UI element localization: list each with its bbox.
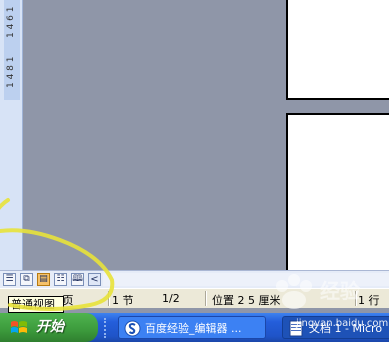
start-button[interactable]: 开始 — [0, 313, 98, 342]
document-page[interactable] — [286, 113, 389, 270]
taskbar-grip[interactable] — [104, 318, 112, 338]
normal-view-icon: ☰ — [5, 274, 14, 284]
browser-icon — [124, 320, 141, 337]
outline-view-button[interactable]: ☷ — [54, 273, 67, 286]
start-label: 开始 — [36, 319, 64, 335]
print-layout-icon: ▤ — [39, 274, 48, 284]
print-layout-view-button[interactable]: ▤ — [37, 273, 50, 286]
status-position: 位置 2 5 厘米 — [212, 294, 281, 307]
windows-logo-icon — [11, 321, 27, 333]
status-divider — [355, 291, 357, 306]
outline-view-icon: ☷ — [56, 274, 65, 284]
scrollbar-track[interactable] — [103, 273, 389, 286]
ruler-label: 1 4 8 1 — [6, 56, 16, 89]
status-section: 1 节 — [112, 294, 134, 307]
chevron-left-icon: < — [90, 274, 99, 285]
reading-layout-icon: 🕮 — [72, 274, 83, 284]
normal-view-button[interactable]: ☰ — [3, 273, 16, 286]
taskbar-item-label: 百度经验_编辑器 ... — [145, 322, 242, 335]
horizontal-scrollbar[interactable]: ☰ ⧉ ▤ ☷ 🕮 < — [0, 270, 389, 288]
status-line: 1 行 — [358, 294, 380, 307]
reading-layout-view-button[interactable]: 🕮 — [71, 273, 84, 286]
status-page-count: 1/2 — [162, 292, 180, 305]
taskbar-item-browser[interactable]: 百度经验_编辑器 ... — [118, 316, 266, 339]
ruler-label: 1 4 6 1 — [6, 6, 16, 39]
status-divider — [205, 291, 207, 306]
tooltip: 普通视图 — [8, 296, 64, 313]
web-layout-view-button[interactable]: ⧉ — [20, 273, 33, 286]
web-layout-icon: ⧉ — [23, 274, 30, 284]
document-page[interactable] — [286, 0, 389, 100]
vertical-ruler: 1 4 6 1 1 4 8 1 — [0, 0, 23, 270]
scroll-left-button[interactable]: < — [88, 273, 101, 286]
status-divider — [108, 291, 110, 306]
watermark-text: jingyan.baidu.com — [296, 318, 389, 329]
